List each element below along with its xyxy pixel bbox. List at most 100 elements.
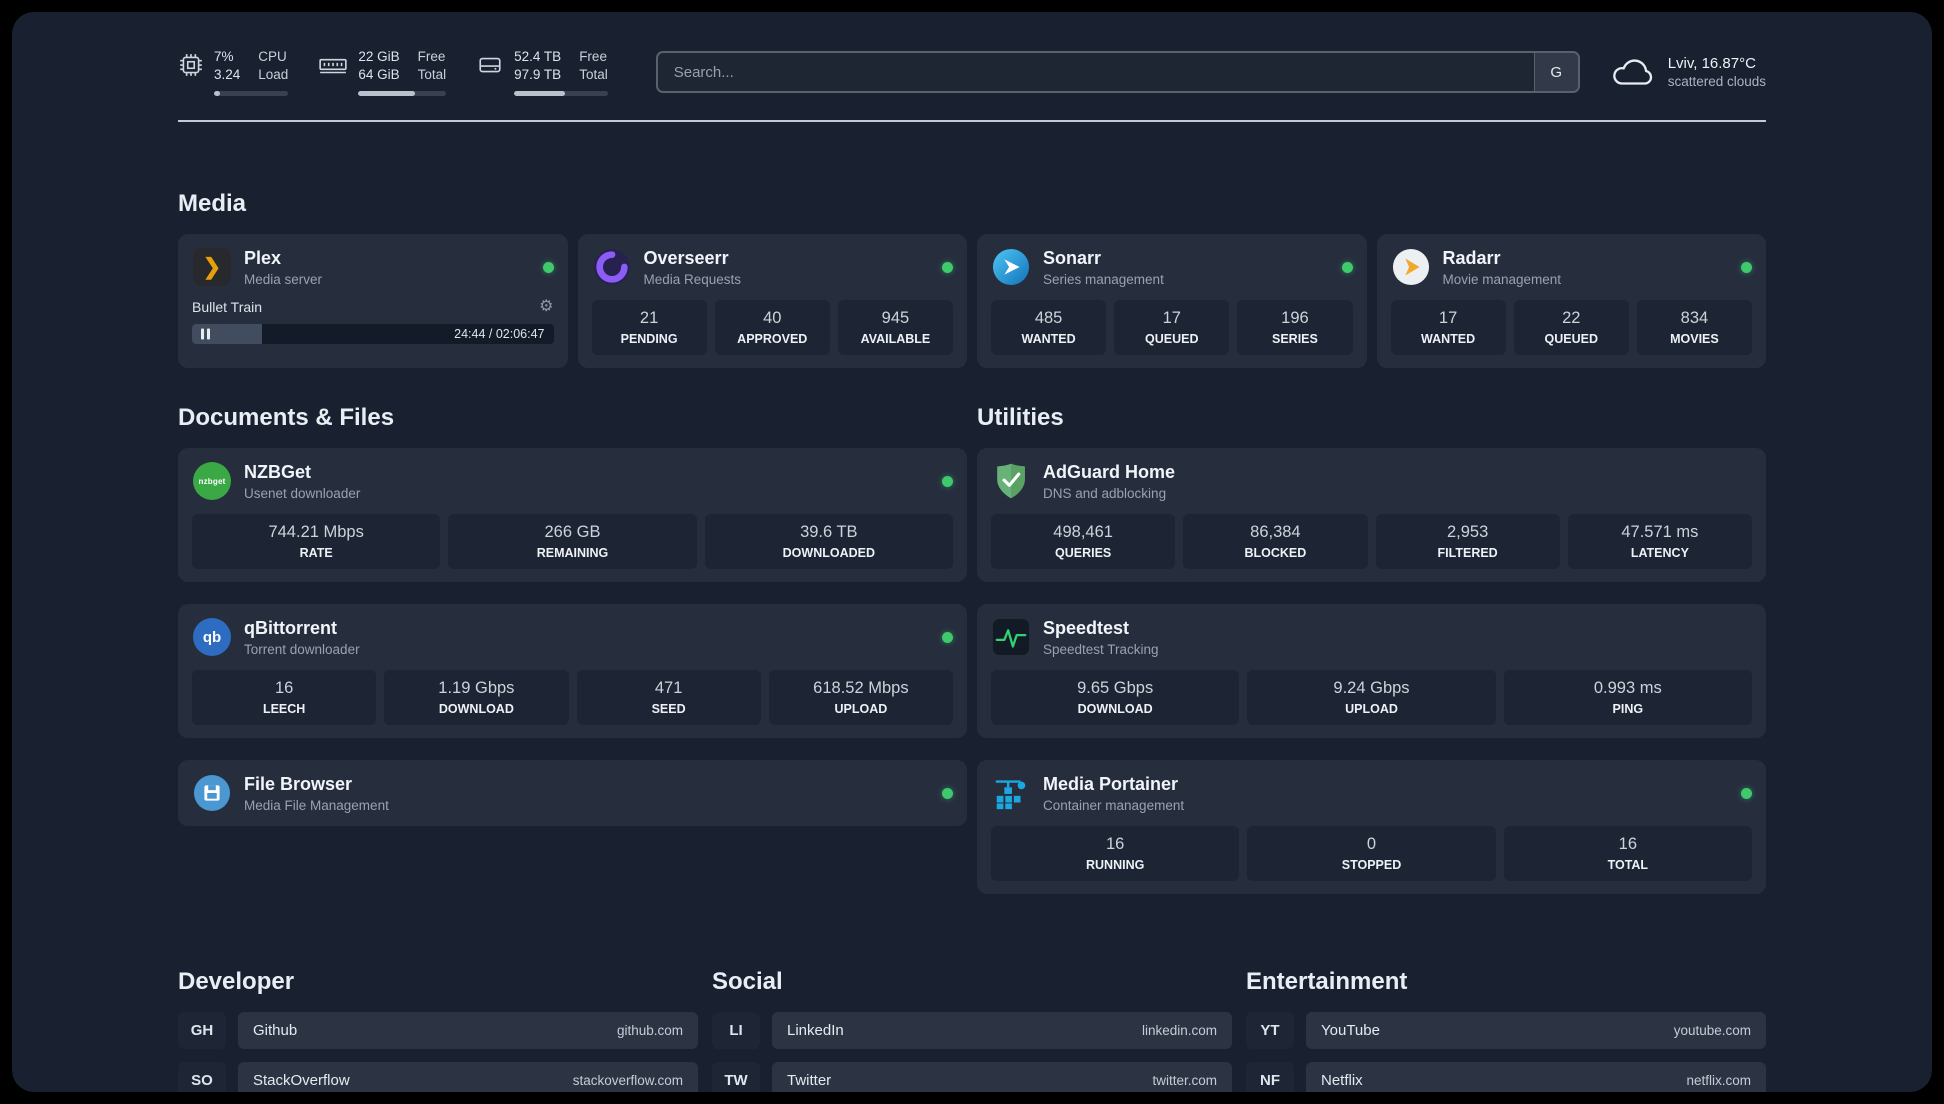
player-progress[interactable]: 24:44 / 02:06:47	[192, 324, 554, 345]
stat-label: DOWNLOAD	[438, 702, 514, 717]
card-qbittorrent[interactable]: qb qBittorrent Torrent downloader 16 LEE…	[178, 604, 967, 739]
bookmark-url: netflix.com	[1686, 1073, 1751, 1089]
stat-value: 22	[1562, 309, 1581, 328]
search-engine-button[interactable]: G	[1533, 53, 1578, 92]
media-grid: ❯ Plex Media server Bullet Train ⚙ 24:44…	[178, 234, 1766, 369]
bookmark-row: YT YouTube youtube.com	[1246, 1012, 1766, 1050]
stat-tile: 9.24 Gbps UPLOAD	[1247, 670, 1496, 726]
stat-value: 196	[1281, 309, 1309, 328]
bookmark-name: Netflix	[1321, 1072, 1363, 1090]
stat-label: PENDING	[620, 332, 678, 347]
stat-tile: 744.21 Mbps RATE	[192, 514, 441, 570]
section-title-social: Social	[712, 968, 783, 996]
bookmark-link-stackoverflow[interactable]: StackOverflow stackoverflow.com	[238, 1062, 698, 1092]
bookmark-url: twitter.com	[1152, 1073, 1217, 1089]
stat-value: 945	[881, 309, 910, 328]
filebrowser-icon	[193, 775, 231, 812]
card-portainer[interactable]: Media Portainer Container management 16 …	[977, 760, 1766, 895]
stat-label: QUERIES	[1054, 546, 1112, 561]
topbar-divider	[178, 120, 1766, 123]
playback-time: 24:44 / 02:06:47	[454, 327, 545, 342]
card-title: Plex	[244, 247, 282, 268]
stat-tile: 485 WANTED	[991, 300, 1107, 356]
stat-value: 16	[1618, 835, 1637, 854]
card-plex[interactable]: ❯ Plex Media server Bullet Train ⚙ 24:44…	[178, 234, 568, 369]
bookmark-link-linkedin[interactable]: LinkedIn linkedin.com	[772, 1012, 1232, 1050]
stat-tile: 40 APPROVED	[714, 300, 830, 356]
pause-icon[interactable]	[201, 328, 210, 340]
stat-tile: 47.571 ms LATENCY	[1567, 514, 1752, 570]
stat-tile: 2,953 FILTERED	[1375, 514, 1560, 570]
bookmark-abbr: NF	[1246, 1062, 1294, 1092]
nzbget-icon: nzbget	[193, 462, 231, 501]
stat-label: REMAINING	[536, 546, 609, 561]
card-subtitle: DNS and adblocking	[1043, 485, 1167, 501]
card-radarr[interactable]: Radarr Movie management 17 WANTED 22 QUE…	[1376, 234, 1766, 369]
cpu-label: CPU	[258, 49, 287, 64]
card-overseerr[interactable]: Overseerr Media Requests 21 PENDING 40 A…	[577, 234, 967, 369]
stat-tile: 16 TOTAL	[1503, 826, 1752, 882]
card-speedtest[interactable]: Speedtest Speedtest Tracking 9.65 Gbps D…	[977, 604, 1766, 739]
card-subtitle: Series management	[1043, 271, 1164, 287]
status-dot	[942, 631, 953, 643]
stat-label: DOWNLOADED	[782, 546, 875, 561]
stat-label: AVAILABLE	[860, 332, 931, 347]
stat-value: 471	[654, 679, 683, 698]
stat-value: 17	[1438, 309, 1458, 328]
bookmark-abbr: LI	[712, 1012, 760, 1050]
stat-value: 86,384	[1250, 523, 1301, 542]
stat-value: 266 GB	[544, 523, 601, 542]
now-playing-title: Bullet Train	[192, 299, 263, 316]
bookmark-url: github.com	[616, 1023, 683, 1039]
bookmark-link-github[interactable]: Github github.com	[238, 1012, 698, 1050]
qbittorrent-icon: qb	[193, 618, 231, 657]
stat-value: 485	[1034, 309, 1063, 328]
bookmark-link-youtube[interactable]: YouTube youtube.com	[1306, 1012, 1766, 1050]
status-dot	[942, 787, 953, 799]
stat-value: 40	[763, 309, 782, 328]
card-filebrowser[interactable]: File Browser Media File Management	[178, 760, 967, 827]
stat-tile: 196 SERIES	[1237, 300, 1353, 356]
status-dot	[942, 261, 953, 273]
bookmark-link-twitter[interactable]: Twitter twitter.com	[772, 1062, 1232, 1092]
search-input[interactable]	[655, 51, 1580, 94]
cpu-icon	[180, 54, 202, 76]
search-box: G	[655, 51, 1580, 94]
card-title: Radarr	[1442, 247, 1501, 268]
stat-value: 0.993 ms	[1593, 679, 1662, 698]
disk-total-value: 97.9 TB	[514, 67, 562, 83]
card-sonarr[interactable]: Sonarr Series management 485 WANTED 17 Q…	[977, 234, 1367, 369]
status-dot	[942, 475, 953, 487]
section-title-documents: Documents & Files	[178, 404, 395, 432]
utilities-column: Utilities AdGuard Home DNS and adblockin…	[977, 404, 1766, 895]
portainer-icon	[995, 780, 1026, 810]
speedtest-icon	[992, 619, 1030, 656]
weather-location: Lviv, 16.87°C	[1667, 55, 1756, 73]
stat-value: 21	[639, 309, 659, 328]
card-title: NZBGet	[244, 461, 311, 482]
bookmark-link-netflix[interactable]: Netflix netflix.com	[1306, 1062, 1766, 1092]
stat-tile: 39.6 TB DOWNLOADED	[704, 514, 953, 570]
bookmark-name: Github	[253, 1022, 298, 1040]
cloud-icon	[1612, 59, 1652, 85]
section-title-utilities: Utilities	[977, 404, 1064, 432]
cpu-progress-bar	[214, 91, 289, 97]
card-title: qBittorrent	[244, 617, 337, 638]
stat-tile: 21 PENDING	[591, 300, 707, 356]
status-dot	[1741, 787, 1752, 799]
stat-tile: 498,461 QUERIES	[991, 514, 1176, 570]
stat-tile: 618.52 Mbps UPLOAD	[768, 670, 953, 726]
section-title-media: Media	[178, 190, 247, 218]
stat-value: 744.21 Mbps	[268, 523, 364, 542]
card-nzbget[interactable]: nzbget NZBGet Usenet downloader 744.21 M…	[178, 448, 967, 583]
developer-column: Developer GH Github github.com SO StackO…	[178, 968, 698, 1092]
gear-icon[interactable]: ⚙	[539, 299, 553, 315]
screen: 7% 3.24 CPU Load 22 GiB 64 GiB Free Tota…	[0, 0, 1944, 1104]
card-subtitle: Usenet downloader	[244, 485, 361, 501]
bookmark-row: LI LinkedIn linkedin.com	[712, 1012, 1232, 1050]
cpu-widget: 7% 3.24 CPU Load	[178, 48, 289, 97]
status-dot	[1341, 261, 1353, 273]
card-adguard[interactable]: AdGuard Home DNS and adblocking 498,461 …	[977, 448, 1766, 583]
stat-label: TOTAL	[1607, 858, 1649, 873]
stat-value: 1.19 Gbps	[438, 679, 515, 698]
